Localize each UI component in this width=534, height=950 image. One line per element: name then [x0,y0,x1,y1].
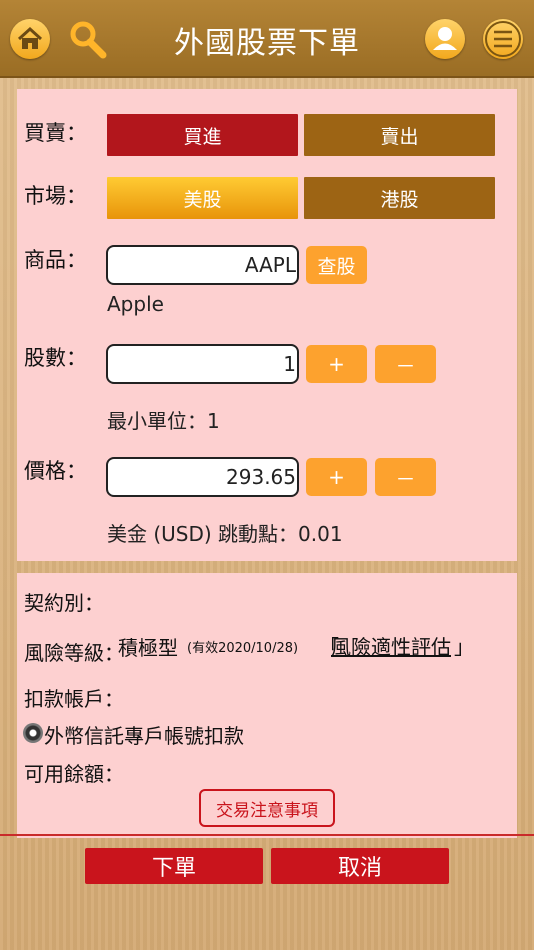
shares-label: 股數： [24,346,87,370]
search-button[interactable] [66,18,110,62]
submit-order-button[interactable]: 下單 [85,848,263,884]
min-unit-note: 最小單位：1 [107,409,220,433]
risk-valid-date: (有效2020/10/28) [187,641,299,656]
hk-market-button[interactable]: 港股 [304,177,495,219]
buy-button[interactable]: 買進 [107,114,298,156]
product-input[interactable]: AAPL [106,245,299,285]
home-icon [17,26,43,49]
market-label: 市場： [24,184,87,208]
hamburger-icon [485,21,521,57]
home-button[interactable] [10,19,50,59]
risk-label: 風險等級： [24,641,124,665]
product-label: 商品： [24,248,87,272]
risk-link-close: 」 [454,635,474,659]
us-market-button[interactable]: 美股 [107,177,298,219]
tick-note: 美金 (USD) 跳動點：0.01 [107,522,343,546]
price-minus-button[interactable]: － [375,458,436,496]
price-plus-button[interactable]: + [306,458,367,496]
user-icon [433,27,457,50]
product-name: Apple [107,292,164,316]
balance-label: 可用餘額： [24,762,124,786]
risk-assessment-link[interactable]: 風險適性評估 [331,631,451,660]
risk-value: 積極型 [118,636,178,660]
debit-label: 扣款帳戶： [24,687,124,711]
shares-minus-button[interactable]: － [375,345,436,383]
app-header: 外國股票下單 [0,0,534,78]
page-title: 外國股票下單 [174,26,360,61]
trading-notice-button[interactable]: 交易注意事項 [199,789,335,827]
contract-label: 契約別： [24,591,104,615]
debit-option-radio[interactable] [23,723,43,743]
profile-button[interactable] [425,19,465,59]
sell-button[interactable]: 賣出 [304,114,495,156]
side-label: 買賣： [24,121,87,145]
lookup-button[interactable]: 查股 [306,246,367,284]
cancel-button[interactable]: 取消 [271,848,449,884]
price-label: 價格： [24,459,87,483]
price-input[interactable]: 293.65 [106,457,299,497]
shares-input[interactable]: 1 [106,344,299,384]
shares-plus-button[interactable]: + [306,345,367,383]
account-panel: 契約別： 風險等級： 積極型 (有效2020/10/28) 「 風險適性評估 」… [17,573,517,838]
menu-button[interactable] [483,19,523,59]
footer-divider [0,834,534,836]
search-icon [70,21,107,59]
order-panel: 買賣： 買進 賣出 市場： 美股 港股 商品： AAPL 查股 Apple 股數… [17,89,517,561]
debit-option-label[interactable]: 外幣信託專戶帳號扣款 [44,720,244,749]
